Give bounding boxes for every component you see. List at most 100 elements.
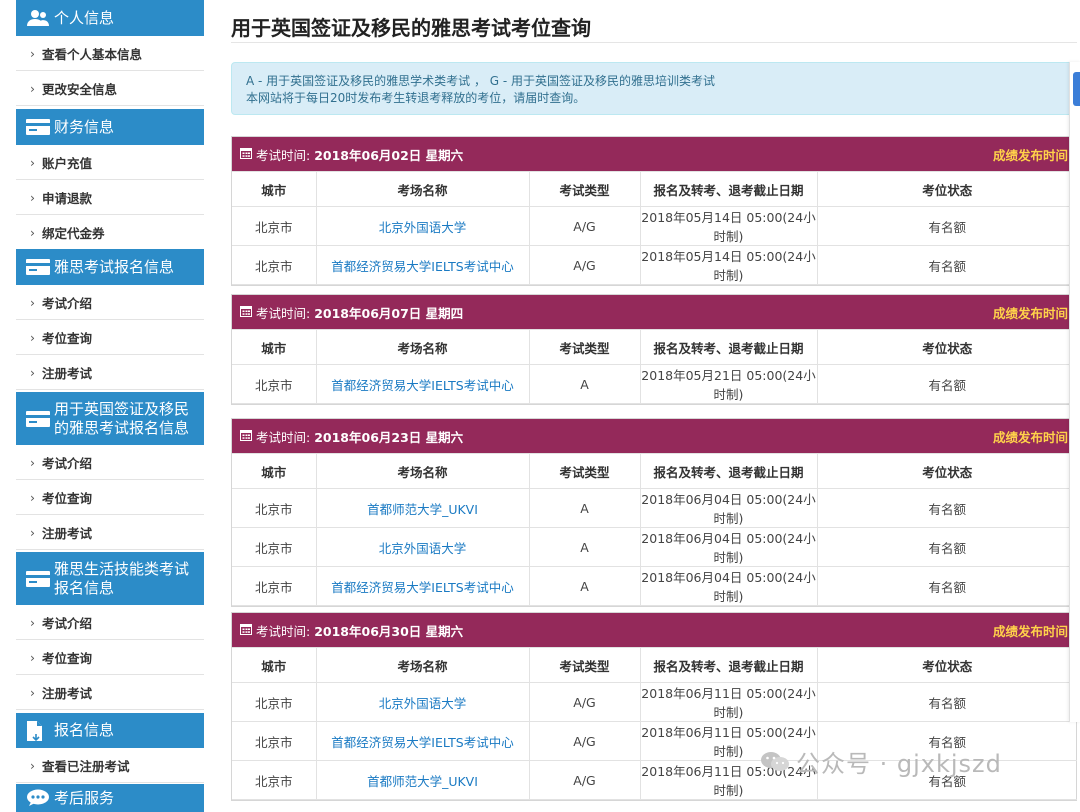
sidebar-section-header[interactable]: 个人信息 [16, 0, 204, 36]
sidebar-section-header[interactable]: 报名信息 [16, 713, 204, 748]
sidebar-item[interactable]: › 考试介绍 [16, 605, 204, 640]
column-header: 考场名称 [315, 171, 530, 207]
page-title: 用于英国签证及移民的雅思考试考位查询 [231, 16, 591, 40]
venue-link[interactable]: 首都经济贸易大学IELTS考试中心 [331, 735, 513, 750]
sidebar-section-title: 个人信息 [54, 8, 115, 27]
exam-session-header: 考试时间: 2018年06月02日 星期六 成绩发布时间 [232, 137, 1076, 171]
sidebar-item-label: 考试介绍 [42, 295, 93, 311]
result-release-time[interactable]: 成绩发布时间 [993, 145, 1068, 164]
sidebar-item[interactable]: › 考试介绍 [16, 285, 204, 320]
venue-link[interactable]: 首都经济贸易大学IELTS考试中心 [331, 378, 513, 393]
table-row: 北京市 北京外国语大学 A/G 2018年06月11日 05:00(24小时制) 有名额 [232, 682, 1077, 722]
sidebar-section-header[interactable]: 考后服务 [16, 784, 204, 812]
exam-session-header: 考试时间: 2018年06月30日 星期六 成绩发布时间 [232, 613, 1076, 647]
venue-link[interactable]: 北京外国语大学 [379, 696, 467, 711]
table-header-row: 城市 考场名称 考试类型 报名及转考、退考截止日期 考位状态 [232, 171, 1077, 207]
column-header: 考试类型 [528, 453, 641, 489]
sidebar-item[interactable]: › 考位查询 [16, 480, 204, 515]
seat-status-cell: 有名额 [816, 364, 1077, 404]
scrollbar[interactable] [1069, 62, 1080, 722]
exam-date-group: 考试时间: 2018年06月02日 星期六 [240, 145, 463, 164]
column-header: 考场名称 [315, 329, 530, 365]
chevron-right-icon: › [30, 684, 35, 700]
venue-cell: 北京外国语大学 [315, 527, 530, 567]
exam-date: 2018年06月23日 星期六 [314, 429, 464, 445]
watermark: 公众号 · gjxkjszd [760, 744, 1002, 779]
exam-type-cell: A [528, 488, 641, 528]
sidebar-item[interactable]: › 申请退款 [16, 180, 204, 215]
sidebar-section-header[interactable]: 用于英国签证及移民的雅思考试报名信息 [16, 392, 204, 445]
venue-cell: 首都经济贸易大学IELTS考试中心 [315, 721, 530, 761]
sidebar-section-header[interactable]: 雅思考试报名信息 [16, 249, 204, 285]
venue-link[interactable]: 北京外国语大学 [379, 220, 467, 235]
chat-icon [26, 789, 54, 807]
sidebar-item[interactable]: › 查看个人基本信息 [16, 36, 204, 71]
venue-link[interactable]: 首都师范大学_UKVI [367, 774, 478, 789]
result-release-time[interactable]: 成绩发布时间 [993, 427, 1068, 446]
sidebar-item-label: 更改安全信息 [42, 81, 118, 97]
exam-type-cell: A/G [528, 245, 641, 285]
sidebar-item-label: 注册考试 [42, 365, 93, 381]
venue-link[interactable]: 北京外国语大学 [379, 541, 467, 556]
exam-type-cell: A/G [528, 682, 641, 722]
venue-link[interactable]: 首都经济贸易大学IELTS考试中心 [331, 259, 513, 274]
sidebar-item[interactable]: › 考位查询 [16, 640, 204, 675]
notice-box: A - 用于英国签证及移民的雅思学术类考试 ， G - 用于英国签证及移民的雅思… [231, 62, 1077, 115]
chevron-right-icon: › [30, 649, 35, 665]
sidebar-item[interactable]: › 考位查询 [16, 320, 204, 355]
column-header: 考位状态 [816, 453, 1077, 489]
sidebar-section: 个人信息 › 查看个人基本信息 › 更改安全信息 [16, 0, 204, 106]
sidebar-item[interactable]: › 考试介绍 [16, 445, 204, 480]
exam-date-group: 考试时间: 2018年06月23日 星期六 [240, 427, 463, 446]
deadline-cell: 2018年05月21日 05:00(24小时制) [639, 364, 818, 404]
column-header: 考试类型 [528, 171, 641, 207]
chevron-right-icon: › [30, 294, 35, 310]
table-row: 北京市 北京外国语大学 A 2018年06月04日 05:00(24小时制) 有名额 [232, 527, 1077, 567]
sidebar-item-label: 申请退款 [42, 190, 93, 206]
venue-link[interactable]: 首都师范大学_UKVI [367, 502, 478, 517]
city-cell: 北京市 [232, 760, 317, 800]
column-header: 考试类型 [528, 329, 641, 365]
column-header: 报名及转考、退考截止日期 [639, 647, 818, 683]
sidebar-item-label: 绑定代金券 [42, 225, 105, 241]
result-release-time[interactable]: 成绩发布时间 [993, 621, 1068, 640]
table-row: 北京市 北京外国语大学 A/G 2018年05月14日 05:00(24小时制) 有名额 [232, 206, 1077, 246]
document-icon [26, 720, 54, 742]
exam-date-label: 考试时间: [256, 305, 311, 321]
sidebar-section-header[interactable]: 财务信息 [16, 109, 204, 145]
column-header: 考试类型 [528, 647, 641, 683]
venue-link[interactable]: 首都经济贸易大学IELTS考试中心 [331, 580, 513, 595]
sidebar-item[interactable]: › 注册考试 [16, 355, 204, 390]
exam-session: 考试时间: 2018年06月02日 星期六 成绩发布时间城市 考场名称 考试类型 报名及转… [231, 136, 1077, 286]
notice-line-1: A - 用于英国签证及移民的雅思学术类考试 ， G - 用于英国签证及移民的雅思… [246, 74, 716, 88]
city-cell: 北京市 [232, 245, 317, 285]
chevron-right-icon: › [30, 224, 35, 240]
sidebar-item[interactable]: › 注册考试 [16, 675, 204, 710]
exam-type-cell: A/G [528, 721, 641, 761]
deadline-cell: 2018年06月04日 05:00(24小时制) [639, 527, 818, 567]
result-release-time[interactable]: 成绩发布时间 [993, 303, 1068, 322]
deadline-cell: 2018年06月11日 05:00(24小时制) [639, 682, 818, 722]
scroll-thumb[interactable] [1073, 72, 1080, 106]
sidebar-section-title: 用于英国签证及移民的雅思考试报名信息 [54, 399, 190, 437]
exam-session-header: 考试时间: 2018年06月07日 星期四 成绩发布时间 [232, 295, 1076, 329]
sidebar-section-title: 考后服务 [54, 788, 115, 807]
sidebar-section-header[interactable]: 雅思生活技能类考试报名信息 [16, 552, 204, 605]
chevron-right-icon: › [30, 454, 35, 470]
wechat-icon [761, 751, 789, 771]
sidebar-item[interactable]: › 账户充值 [16, 145, 204, 180]
title-divider [231, 42, 1077, 43]
exam-type-cell: A [528, 527, 641, 567]
sidebar-item[interactable]: › 注册考试 [16, 515, 204, 550]
calendar-icon [240, 429, 252, 444]
exam-session: 考试时间: 2018年06月07日 星期四 成绩发布时间 城市 考场名称 考试类型 报名及转… [231, 294, 1077, 405]
column-header: 报名及转考、退考截止日期 [639, 329, 818, 365]
sidebar-item[interactable]: › 查看已注册考试 [16, 748, 204, 783]
sidebar-item[interactable]: › 绑定代金券 [16, 215, 204, 250]
chevron-right-icon: › [30, 329, 35, 345]
sidebar-section: 财务信息 › 账户充值 › 申请退款 › 绑定代金券 [16, 109, 204, 250]
sidebar-item[interactable]: › 更改安全信息 [16, 71, 204, 106]
exam-session: 考试时间: 2018年06月23日 星期六 成绩发布时间 城市 考场名称 考试类型 报名及转… [231, 418, 1077, 607]
table-row: 北京市 首都师范大学_UKVI A 2018年06月04日 05:00(24小时制) 有… [232, 488, 1077, 528]
sidebar-item-label: 查看个人基本信息 [42, 46, 143, 62]
